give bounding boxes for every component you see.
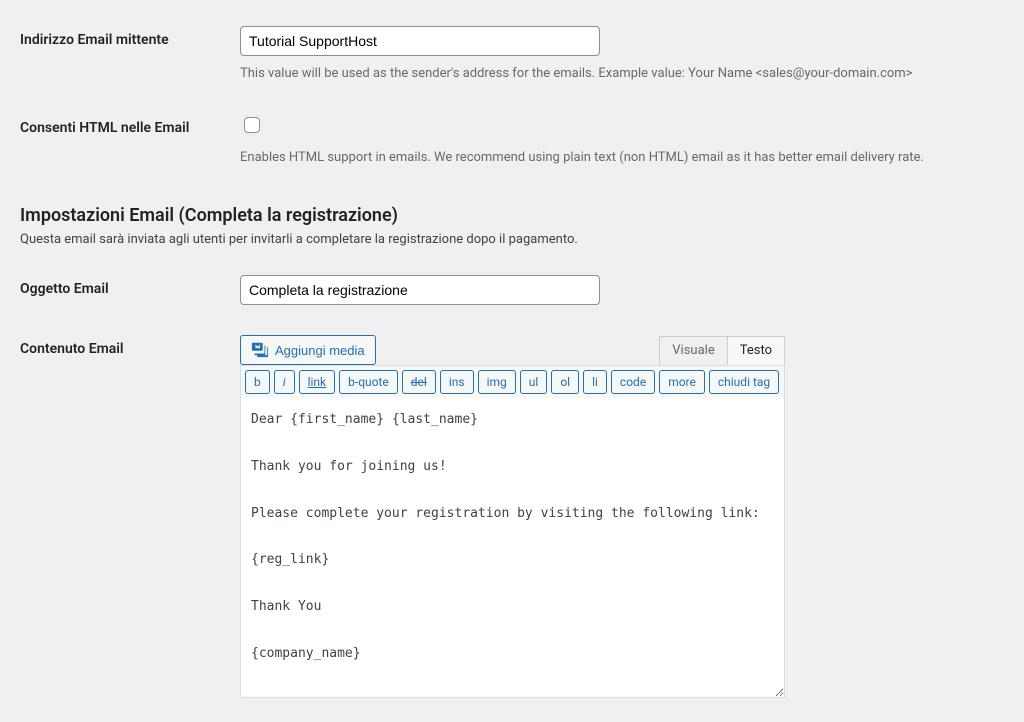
content-label: Contenuto Email xyxy=(20,325,240,722)
qt-ul-button[interactable]: ul xyxy=(520,370,548,394)
qt-img-button[interactable]: img xyxy=(478,370,516,394)
subject-label: Oggetto Email xyxy=(20,265,240,325)
media-icon xyxy=(251,340,269,361)
quicktags-toolbar: b i link b-quote del ins img ul ol li co… xyxy=(240,365,785,398)
sender-help: This value will be used as the sender's … xyxy=(240,64,994,84)
section-title: Impostazioni Email (Completa la registra… xyxy=(20,205,1004,226)
content-textarea[interactable] xyxy=(240,398,785,698)
sender-input[interactable] xyxy=(240,26,600,56)
qt-ol-button[interactable]: ol xyxy=(551,370,579,394)
qt-close-tags-button[interactable]: chiudi tag xyxy=(709,370,779,394)
qt-del-button[interactable]: del xyxy=(402,370,436,394)
qt-i-button[interactable]: i xyxy=(274,370,295,394)
allow-html-checkbox[interactable] xyxy=(244,117,260,133)
section-desc: Questa email sarà inviata agli utenti pe… xyxy=(20,232,1004,247)
qt-bquote-button[interactable]: b-quote xyxy=(339,370,398,394)
qt-li-button[interactable]: li xyxy=(583,370,607,394)
subject-input[interactable] xyxy=(240,275,600,305)
qt-b-button[interactable]: b xyxy=(245,370,270,394)
add-media-button[interactable]: Aggiungi media xyxy=(240,335,376,365)
qt-ins-button[interactable]: ins xyxy=(440,370,474,394)
qt-link-button[interactable]: link xyxy=(299,370,336,394)
tab-visual[interactable]: Visuale xyxy=(659,336,727,365)
add-media-label: Aggiungi media xyxy=(275,343,365,358)
qt-code-button[interactable]: code xyxy=(611,370,655,394)
qt-more-button[interactable]: more xyxy=(659,370,705,394)
allow-html-help: Enables HTML support in emails. We recom… xyxy=(240,148,994,168)
allow-html-label: Consenti HTML nelle Email xyxy=(20,104,240,188)
sender-label: Indirizzo Email mittente xyxy=(20,16,240,104)
tab-text[interactable]: Testo xyxy=(727,336,785,365)
